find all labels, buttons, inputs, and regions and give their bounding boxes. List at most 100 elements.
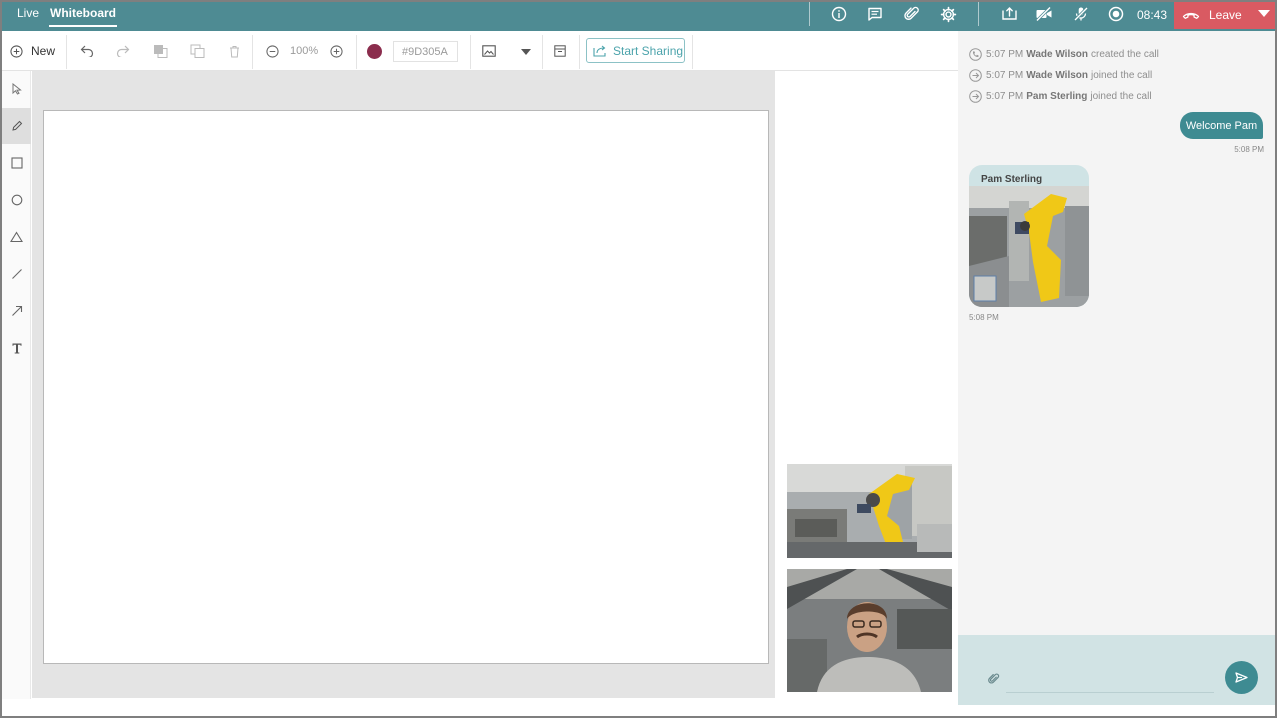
system-message-time: 5:07 PM bbox=[986, 91, 1024, 102]
send-icon bbox=[1235, 672, 1248, 683]
new-button[interactable]: New bbox=[10, 41, 55, 61]
leave-menu-caret-icon[interactable] bbox=[1258, 10, 1270, 17]
settings-icon[interactable] bbox=[939, 5, 957, 23]
divider bbox=[356, 35, 357, 69]
cursor-icon bbox=[12, 83, 22, 95]
color-swatch[interactable] bbox=[367, 44, 382, 59]
tab-whiteboard[interactable]: Whiteboard bbox=[49, 6, 117, 27]
system-message-action: joined the call bbox=[1090, 91, 1152, 102]
divider bbox=[66, 35, 67, 69]
divider bbox=[542, 35, 543, 69]
zoom-out-button[interactable] bbox=[264, 41, 280, 61]
redo-button[interactable] bbox=[115, 41, 131, 61]
camera-off-icon[interactable] bbox=[1035, 5, 1053, 23]
chat-message-input[interactable] bbox=[1006, 667, 1214, 693]
divider bbox=[252, 35, 253, 69]
arrow-tool[interactable] bbox=[2, 293, 31, 329]
pen-tool[interactable] bbox=[2, 108, 31, 144]
joined-icon bbox=[969, 90, 982, 103]
image-dropdown-caret-icon[interactable] bbox=[521, 49, 531, 55]
send-backward-icon bbox=[190, 44, 204, 58]
divider bbox=[579, 35, 580, 69]
undo-button[interactable] bbox=[79, 41, 95, 61]
chat-icon[interactable] bbox=[866, 5, 884, 23]
start-sharing-button[interactable]: Start Sharing bbox=[586, 38, 685, 63]
zoom-in-button[interactable] bbox=[328, 41, 344, 61]
plus-circle-icon bbox=[329, 44, 343, 58]
system-message-name: Wade Wilson bbox=[1026, 70, 1089, 81]
arrow-icon bbox=[11, 305, 22, 316]
drawing-tools bbox=[2, 71, 31, 699]
rectangle-tool[interactable] bbox=[2, 145, 31, 181]
system-message: 5:07 PM Wade Wilson created the call bbox=[969, 48, 1159, 61]
chat-composer bbox=[958, 635, 1275, 705]
redo-icon bbox=[116, 45, 130, 57]
select-tool[interactable] bbox=[2, 71, 31, 107]
line-icon bbox=[11, 269, 22, 279]
shared-image[interactable] bbox=[969, 186, 1089, 307]
circle-tool[interactable] bbox=[2, 182, 31, 218]
video-tile-participant[interactable] bbox=[787, 569, 952, 692]
call-timer: 08:43 bbox=[1137, 8, 1168, 22]
start-sharing-label: Start Sharing bbox=[613, 43, 684, 58]
pencil-icon bbox=[11, 120, 22, 131]
plus-circle-icon bbox=[10, 44, 23, 58]
trash-icon bbox=[229, 45, 239, 57]
image-icon bbox=[482, 45, 496, 57]
chat-panel: 5:07 PM Wade Wilson created the call 5:0… bbox=[958, 31, 1275, 705]
system-message-action: created the call bbox=[1091, 49, 1159, 60]
bring-forward-icon bbox=[153, 45, 167, 58]
robot-arm-video bbox=[787, 464, 952, 558]
info-icon[interactable] bbox=[830, 5, 848, 23]
color-hex-input[interactable]: #9D305A bbox=[393, 41, 458, 62]
mic-off-icon[interactable] bbox=[1072, 5, 1090, 23]
attachment-icon[interactable] bbox=[903, 5, 921, 23]
bring-forward-button[interactable] bbox=[152, 41, 168, 61]
video-tile-robot[interactable] bbox=[787, 464, 952, 558]
their-message-time: 5:08 PM bbox=[969, 313, 999, 322]
robot-arm-photo bbox=[969, 186, 1089, 307]
system-message-time: 5:07 PM bbox=[986, 49, 1024, 60]
system-message-name: Pam Sterling bbox=[1026, 91, 1088, 102]
line-tool[interactable] bbox=[2, 256, 31, 292]
attach-file-button[interactable] bbox=[988, 672, 1000, 690]
leave-button[interactable]: Leave bbox=[1174, 0, 1275, 29]
minus-circle-icon bbox=[265, 44, 279, 58]
divider bbox=[809, 2, 810, 26]
whiteboard-canvas[interactable] bbox=[43, 110, 769, 664]
hang-up-icon bbox=[1182, 6, 1200, 24]
text-tool[interactable] bbox=[2, 330, 31, 366]
insert-image-button[interactable] bbox=[481, 41, 497, 61]
system-message: 5:07 PM Pam Sterling joined the call bbox=[969, 90, 1152, 103]
system-message-time: 5:07 PM bbox=[986, 70, 1024, 81]
whiteboard-toolbar: New 100% #9D305A Start Sharing bbox=[2, 31, 958, 71]
text-icon bbox=[12, 343, 21, 354]
system-message: 5:07 PM Wade Wilson joined the call bbox=[969, 69, 1152, 82]
archive-button[interactable] bbox=[553, 41, 567, 61]
paperclip-icon bbox=[988, 673, 1000, 684]
circle-icon bbox=[11, 194, 22, 206]
archive-icon bbox=[554, 45, 566, 57]
participant-video bbox=[787, 569, 952, 692]
square-icon bbox=[10, 157, 23, 169]
whiteboard-canvas-area bbox=[32, 71, 775, 698]
divider bbox=[470, 35, 471, 69]
my-message-time: 5:08 PM bbox=[1234, 145, 1264, 154]
screen-share-icon[interactable] bbox=[1000, 5, 1018, 23]
triangle-tool[interactable] bbox=[2, 219, 31, 255]
delete-button[interactable] bbox=[227, 41, 241, 61]
tab-live[interactable]: Live bbox=[17, 6, 39, 20]
new-label: New bbox=[31, 44, 56, 58]
message-sender: Pam Sterling bbox=[981, 174, 1043, 185]
top-bar: Live Whiteboard 08:43 Leave bbox=[0, 0, 1277, 31]
phone-icon bbox=[969, 48, 982, 61]
send-backward-button[interactable] bbox=[189, 41, 205, 61]
system-message-action: joined the call bbox=[1091, 70, 1153, 81]
undo-icon bbox=[80, 45, 94, 57]
record-icon[interactable] bbox=[1107, 5, 1125, 23]
their-message-bubble: Pam Sterling bbox=[969, 165, 1089, 307]
leave-label: Leave bbox=[1209, 8, 1242, 22]
zoom-level: 100% bbox=[290, 45, 319, 57]
send-button[interactable] bbox=[1225, 661, 1258, 694]
divider bbox=[692, 35, 693, 69]
